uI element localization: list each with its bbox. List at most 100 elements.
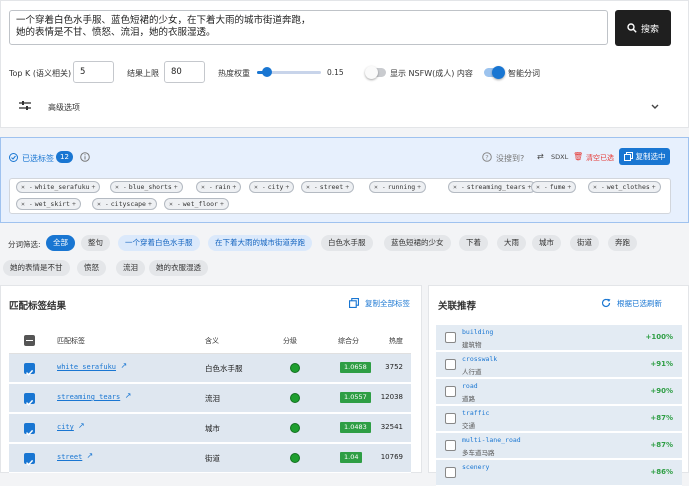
tag-link[interactable]: city — [57, 423, 74, 431]
remove-icon[interactable]: × - — [306, 183, 318, 191]
tag-link[interactable]: street — [57, 453, 82, 461]
selected-tag-chip[interactable]: × - rain + — [196, 181, 242, 193]
selected-tag-chip[interactable]: × - streaming_tears + — [448, 181, 537, 193]
selected-tag-chip[interactable]: × - blue_shorts + — [110, 181, 183, 193]
add-icon[interactable]: + — [148, 200, 152, 208]
selected-count-badge: 12 — [56, 151, 73, 163]
nsfw-toggle[interactable] — [365, 66, 386, 79]
row-checkbox[interactable] — [24, 363, 35, 376]
external-link-icon[interactable]: ↗ — [87, 451, 94, 460]
selected-tag-chip[interactable]: × - street + — [301, 181, 355, 193]
refresh-recommend-button[interactable]: 根据已选刷新 — [617, 298, 662, 309]
remove-icon[interactable]: × - — [201, 183, 213, 191]
smart-segment-toggle[interactable] — [484, 66, 505, 79]
tag-meaning: 白色水手服 — [205, 364, 243, 373]
external-link-icon[interactable]: ↗ — [125, 391, 132, 400]
add-icon[interactable]: + — [220, 200, 224, 208]
topk-input[interactable]: 5 — [73, 61, 114, 83]
select-all-checkbox[interactable] — [24, 335, 35, 346]
selected-tag-chip[interactable]: × - running + — [369, 181, 427, 193]
clear-selected-button[interactable]: 清空已选 — [586, 153, 614, 163]
limit-input[interactable]: 80 — [164, 61, 205, 83]
tag-meaning: 街道 — [205, 454, 220, 463]
tag-link[interactable]: white_serafuku — [57, 363, 116, 371]
recommend-checkbox[interactable] — [445, 440, 456, 451]
segment-chip[interactable]: 她的表情是不甘 — [3, 260, 70, 276]
info-icon[interactable] — [80, 152, 90, 162]
add-icon[interactable]: + — [174, 183, 178, 191]
segment-chip[interactable]: 下着 — [459, 235, 488, 251]
segment-chip[interactable]: 城市 — [532, 235, 561, 251]
add-icon[interactable]: + — [285, 183, 289, 191]
recommend-checkbox[interactable] — [445, 359, 456, 370]
add-icon[interactable]: + — [652, 183, 656, 191]
search-textarea[interactable]: 一个穿着白色水手服、蓝色短裙的少女，在下着大雨的城市街道奔跑， 她的表情是不甘、… — [9, 10, 608, 45]
remove-icon[interactable]: × - — [115, 183, 127, 191]
external-link-icon[interactable]: ↗ — [78, 421, 85, 430]
add-icon[interactable]: + — [232, 183, 236, 191]
recommend-checkbox[interactable] — [445, 386, 456, 397]
remove-icon[interactable]: × - — [21, 200, 33, 208]
row-checkbox[interactable] — [24, 393, 35, 406]
selected-tag-chip[interactable]: × - city + — [249, 181, 295, 193]
segment-chip[interactable]: 一个穿着白色水手服 — [118, 235, 200, 251]
table-row[interactable]: streaming_tears ↗ 流泪 1.0557 12038 — [9, 384, 411, 413]
segment-chip[interactable]: 全部 — [46, 235, 75, 251]
row-checkbox[interactable] — [24, 453, 35, 466]
segment-chip[interactable]: 白色水手服 — [321, 235, 373, 251]
segment-chip[interactable]: 流泪 — [116, 260, 145, 276]
segment-chip[interactable]: 蓝色短裙的少女 — [384, 235, 451, 251]
segment-chip[interactable]: 愤怒 — [77, 260, 106, 276]
recommend-item[interactable]: crosswalk 人行道 +91% — [436, 352, 682, 378]
recommend-item[interactable]: multi-lane_road 多车道马路 +87% — [436, 433, 682, 459]
recommend-tag: traffic — [462, 409, 490, 417]
external-link-icon[interactable]: ↗ — [121, 361, 128, 370]
segment-chip[interactable]: 整句 — [81, 235, 110, 251]
recommend-item[interactable]: building 建筑物 +100% — [436, 325, 682, 351]
copy-selected-button[interactable]: 复制选中 — [619, 148, 670, 165]
remove-icon[interactable]: × - — [453, 183, 465, 191]
recommend-item[interactable]: scenery +86% — [436, 460, 682, 486]
recommend-item[interactable]: road 道路 +90% — [436, 379, 682, 405]
recommend-checkbox[interactable] — [445, 332, 456, 343]
remove-icon[interactable]: × - — [169, 200, 181, 208]
segment-chip[interactable]: 她的衣服湿透 — [149, 260, 208, 276]
table-row[interactable]: white_serafuku ↗ 白色水手服 1.0658 3752 — [9, 354, 411, 383]
search-button[interactable]: 搜索 — [615, 10, 671, 46]
recommend-checkbox[interactable] — [445, 413, 456, 424]
selected-title: 已选标签 — [22, 154, 54, 163]
remove-icon[interactable]: × - — [374, 183, 386, 191]
tag-link[interactable]: streaming_tears — [57, 393, 120, 401]
remove-icon[interactable]: × - — [254, 183, 266, 191]
remove-icon[interactable]: × - — [97, 200, 109, 208]
add-icon[interactable]: + — [417, 183, 421, 191]
remove-icon[interactable]: × - — [593, 183, 605, 191]
copy-all-tags-button[interactable]: 复制全部标签 — [365, 298, 410, 309]
recommend-percent: +87% — [650, 414, 673, 422]
table-row[interactable]: street ↗ 街道 1.04 10769 — [9, 444, 411, 473]
selected-tag-chip[interactable]: × - wet_floor + — [164, 198, 229, 210]
selected-tag-chip[interactable]: × - fume + — [531, 181, 577, 193]
advanced-options-toggle[interactable]: 高级选项 — [9, 96, 669, 118]
selected-tag-chip[interactable]: × - cityscape + — [92, 198, 157, 210]
selected-tag-chip[interactable]: × - white_serafuku + — [16, 181, 101, 193]
selected-tag-chip[interactable]: × - wet_skirt + — [16, 198, 81, 210]
segment-chip[interactable]: 大雨 — [497, 235, 526, 251]
add-icon[interactable]: + — [567, 183, 571, 191]
row-checkbox[interactable] — [24, 423, 35, 436]
segment-chip[interactable]: 奔跑 — [608, 235, 637, 251]
selected-tag-chip[interactable]: × - wet_clothes + — [588, 181, 661, 193]
remove-icon[interactable]: × - — [536, 183, 548, 191]
not-found-link[interactable]: 没搜到? — [496, 153, 524, 164]
add-icon[interactable]: + — [72, 200, 76, 208]
remove-icon[interactable]: × - — [21, 183, 33, 191]
recommend-item[interactable]: traffic 交通 +87% — [436, 406, 682, 432]
sdxl-button[interactable]: SDXL — [551, 153, 568, 161]
segment-chip[interactable]: 在下着大雨的城市街道奔跑 — [208, 235, 312, 251]
help-icon[interactable]: ? — [482, 152, 492, 162]
add-icon[interactable]: + — [345, 183, 349, 191]
segment-chip[interactable]: 街道 — [570, 235, 599, 251]
add-icon[interactable]: + — [92, 183, 96, 191]
table-row[interactable]: city ↗ 城市 1.0483 32541 — [9, 414, 411, 443]
heat-weight-slider-handle[interactable] — [261, 67, 272, 77]
